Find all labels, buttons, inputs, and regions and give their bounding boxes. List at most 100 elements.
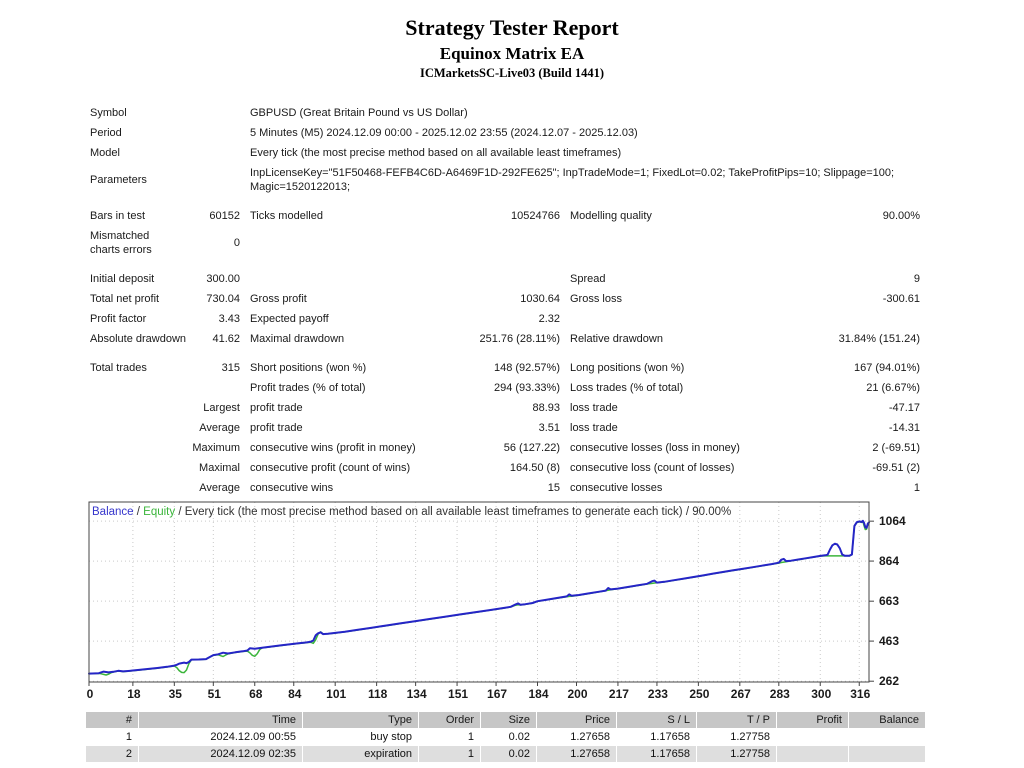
stat-value: 56 (127.22): [415, 438, 565, 458]
stat-value: 88.93: [415, 398, 565, 418]
stat-label: Short positions (won %): [245, 358, 415, 378]
stat-empty: [85, 418, 187, 438]
stat-empty: [415, 269, 565, 289]
stat-empty: [85, 378, 187, 398]
stat-empty: [245, 269, 415, 289]
stat-value: 3.51: [415, 418, 565, 438]
stat-label: profit trade: [245, 418, 415, 438]
stat-label: Total trades: [85, 358, 187, 378]
spacer-cell: [85, 260, 925, 269]
summary-row: Averageconsecutive wins15consecutive los…: [85, 478, 925, 498]
stat-label: Expected payoff: [245, 309, 415, 329]
stat-value: 1: [765, 478, 925, 498]
stat-value: 0: [187, 226, 245, 260]
stat-label: Relative drawdown: [565, 329, 765, 349]
stat-label: consecutive wins (profit in money): [245, 438, 415, 458]
trade-cell: 1.27658: [537, 729, 616, 745]
stat-label: Profit factor: [85, 309, 187, 329]
stat-value: 5 Minutes (M5) 2024.12.09 00:00 - 2025.1…: [245, 123, 925, 143]
stat-value: -69.51 (2): [765, 458, 925, 478]
column-header: Time: [139, 712, 302, 728]
trade-cell: 1: [419, 746, 480, 762]
stat-label: Absolute drawdown: [85, 329, 187, 349]
column-header: Type: [303, 712, 418, 728]
column-header: S / L: [617, 712, 696, 728]
summary-row: Mismatched charts errors0: [85, 226, 925, 260]
trade-cell: 1.27658: [537, 746, 616, 762]
summary-row: Maximalconsecutive profit (count of wins…: [85, 458, 925, 478]
stat-label: Model: [85, 143, 245, 163]
stat-value: 60152: [187, 206, 245, 226]
stat-value: 148 (92.57%): [415, 358, 565, 378]
stat-value: 167 (94.01%): [765, 358, 925, 378]
stat-label: Long positions (won %): [565, 358, 765, 378]
ea-name: Equinox Matrix EA: [0, 43, 1024, 64]
trade-cell: 1.17658: [617, 746, 696, 762]
trade-cell: expiration: [303, 746, 418, 762]
summary-spacer-row: [85, 260, 925, 269]
x-axis-label: 184: [528, 687, 548, 701]
x-axis-label: 18: [127, 687, 141, 701]
stat-label: Modelling quality: [565, 206, 765, 226]
stat-label: Largest: [187, 398, 245, 418]
summary-row: Total net profit730.04Gross profit1030.6…: [85, 289, 925, 309]
x-axis-label: 217: [609, 687, 629, 701]
spacer-cell: [85, 197, 925, 206]
stat-value: 294 (93.33%): [415, 378, 565, 398]
stat-value: 15: [415, 478, 565, 498]
server-build: ICMarketsSC-Live03 (Build 1441): [0, 65, 1024, 81]
trade-cell: 2024.12.09 00:55: [139, 729, 302, 745]
stat-label: Spread: [565, 269, 765, 289]
summary-row: Profit factor3.43Expected payoff2.32: [85, 309, 925, 329]
chart-legend-part: Balance: [92, 506, 134, 518]
x-axis-label: 200: [567, 687, 587, 701]
x-axis-label: 134: [407, 687, 427, 701]
trade-cell: 0.02: [481, 729, 536, 745]
stat-value: -47.17: [765, 398, 925, 418]
stat-value: 41.62: [187, 329, 245, 349]
trade-cell: [849, 746, 925, 762]
x-axis-label: 316: [850, 687, 870, 701]
stat-value: GBPUSD (Great Britain Pound vs US Dollar…: [245, 103, 925, 123]
stat-label: Maximal drawdown: [245, 329, 415, 349]
x-axis-label: 151: [448, 687, 468, 701]
x-axis-label: 84: [288, 687, 302, 701]
stat-label: consecutive losses: [565, 478, 765, 498]
summary-row: Averageprofit trade3.51loss trade-14.31: [85, 418, 925, 438]
stat-label: Parameters: [85, 163, 245, 197]
summary-row: Absolute drawdown41.62Maximal drawdown25…: [85, 329, 925, 349]
trade-cell: 1: [86, 729, 138, 745]
stat-value: 315: [187, 358, 245, 378]
stat-value: -300.61: [765, 289, 925, 309]
stat-label: Initial deposit: [85, 269, 187, 289]
summary-row: Total trades315Short positions (won %)14…: [85, 358, 925, 378]
stat-label: Profit trades (% of total): [245, 378, 415, 398]
trade-cell: 1: [419, 729, 480, 745]
balance-chart-svg: 0183551688410111813415116718420021723325…: [85, 501, 920, 703]
spacer-cell: [85, 349, 925, 358]
trade-cell: 1.27758: [697, 746, 776, 762]
stat-value: 90.00%: [765, 206, 925, 226]
stat-value: 21 (6.67%): [765, 378, 925, 398]
chart-plot-bg: [89, 502, 869, 682]
trade-cell: [777, 746, 848, 762]
summary-spacer-row: [85, 349, 925, 358]
trade-cell: 1.27758: [697, 729, 776, 745]
summary-row: Period5 Minutes (M5) 2024.12.09 00:00 - …: [85, 123, 925, 143]
chart-legend-part: / Every tick (the most precise method ba…: [175, 506, 731, 518]
y-axis-label: 463: [879, 634, 899, 648]
chart-legend-part: /: [134, 506, 144, 518]
summary-row: Profit trades (% of total)294 (93.33%)Lo…: [85, 378, 925, 398]
trade-cell: 2024.12.09 02:35: [139, 746, 302, 762]
stat-value: 730.04: [187, 289, 245, 309]
stat-label: Loss trades (% of total): [565, 378, 765, 398]
x-axis-label: 267: [731, 687, 751, 701]
x-axis-label: 68: [249, 687, 263, 701]
y-axis-label: 864: [879, 554, 899, 568]
stat-empty: [85, 478, 187, 498]
x-axis-label: 0: [87, 687, 94, 701]
stat-label: Maximum: [187, 438, 245, 458]
summary-row: Initial deposit300.00Spread9: [85, 269, 925, 289]
stat-label: consecutive loss (count of losses): [565, 458, 765, 478]
stat-label: loss trade: [565, 418, 765, 438]
